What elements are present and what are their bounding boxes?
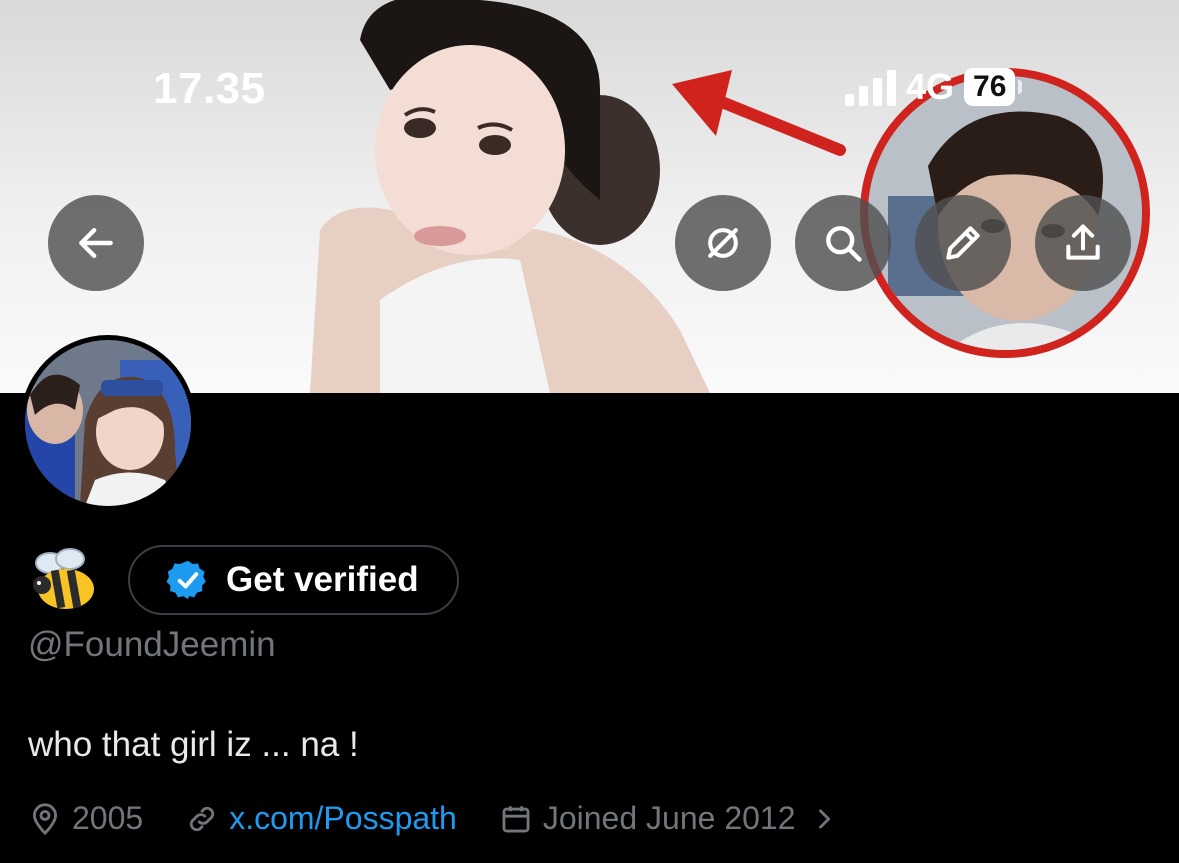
back-button[interactable] bbox=[48, 195, 144, 291]
avatar-photo bbox=[25, 340, 191, 506]
share-icon bbox=[1066, 224, 1100, 260]
profile-name-row: Get verified bbox=[28, 545, 459, 615]
website-link[interactable]: x.com/Posspath bbox=[229, 800, 457, 837]
share-button[interactable] bbox=[1035, 195, 1131, 291]
profile-banner[interactable]: 17.35 4G 76 bbox=[0, 0, 1179, 393]
location-text: 2005 bbox=[72, 800, 144, 836]
network-type: 4G bbox=[906, 66, 955, 107]
calendar-icon bbox=[502, 805, 530, 832]
location-pin-icon bbox=[32, 802, 58, 835]
signal-icon bbox=[845, 68, 896, 106]
arrow-left-icon bbox=[79, 227, 113, 259]
battery-indicator: 76 bbox=[964, 68, 1023, 106]
edit-icon bbox=[946, 226, 980, 260]
profile-avatar[interactable] bbox=[20, 335, 196, 511]
website-item[interactable]: x.com/Posspath bbox=[185, 800, 457, 837]
profile-bio: who that girl iz ... na ! bbox=[28, 725, 359, 764]
status-indicators: 4G 76 bbox=[845, 66, 1023, 108]
location-item: 2005 bbox=[28, 800, 143, 837]
link-icon bbox=[190, 806, 215, 831]
joined-text: Joined June 2012 bbox=[542, 800, 796, 836]
chevron-right-icon bbox=[818, 808, 830, 829]
banner-photo bbox=[310, 0, 710, 393]
bee-emoji-icon bbox=[33, 548, 94, 609]
get-verified-button[interactable]: Get verified bbox=[128, 545, 459, 615]
joined-item[interactable]: Joined June 2012 bbox=[499, 800, 838, 837]
annotation-arrow bbox=[672, 70, 846, 156]
search-button[interactable] bbox=[795, 195, 891, 291]
edit-button[interactable] bbox=[915, 195, 1011, 291]
status-time: 17.35 bbox=[153, 64, 266, 113]
grok-icon bbox=[708, 228, 738, 258]
get-verified-label: Get verified bbox=[226, 560, 419, 599]
grok-button[interactable] bbox=[675, 195, 771, 291]
verified-badge-icon bbox=[166, 560, 206, 600]
profile-meta: 2005 x.com/Posspath Joined June 2012 bbox=[28, 800, 880, 837]
profile-handle: @FoundJeemin bbox=[28, 625, 276, 664]
search-icon bbox=[826, 226, 862, 262]
